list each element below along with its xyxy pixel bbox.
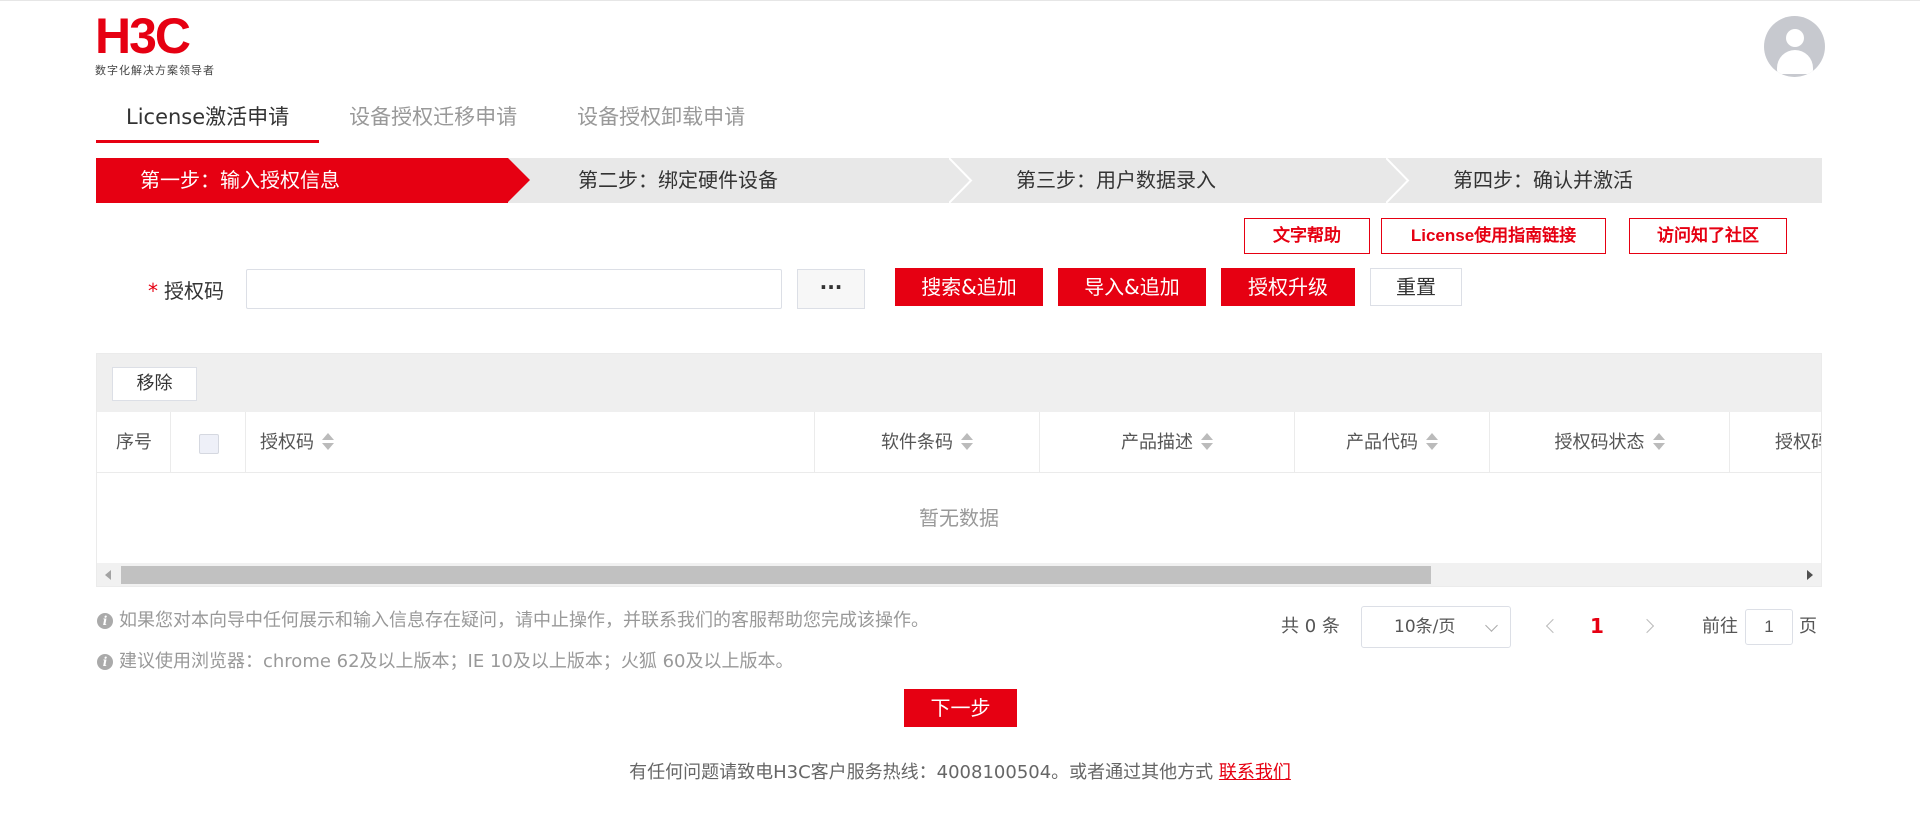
col-software-barcode[interactable]: 软件条码	[815, 412, 1040, 473]
col-index: 序号	[97, 412, 171, 473]
logo-mark: H3C	[95, 8, 191, 64]
license-upgrade-button[interactable]: 授权升级	[1221, 268, 1355, 306]
table-toolbar: 移除	[97, 354, 1821, 412]
license-table: 移除 序号 授权码 软件条码 产品描述 产品代码 授权码状态 授权码 暂无数据	[96, 353, 1822, 587]
step-4-confirm-activate: 第四步：确认并激活	[1453, 168, 1633, 192]
sort-icon[interactable]	[1201, 433, 1213, 451]
scroll-right-icon[interactable]	[1807, 570, 1813, 580]
horizontal-scrollbar[interactable]	[97, 563, 1821, 586]
tab-device-migration[interactable]: 设备授权迁移申请	[319, 93, 547, 143]
step-divider-icon	[1386, 158, 1410, 203]
user-avatar-icon[interactable]	[1764, 16, 1825, 77]
col-product-description[interactable]: 产品描述	[1040, 412, 1295, 473]
more-options-button[interactable]: ···	[797, 269, 865, 309]
import-add-button[interactable]: 导入&追加	[1058, 268, 1206, 306]
visit-community-button[interactable]: 访问知了社区	[1629, 218, 1787, 254]
license-code-label-text: 授权码	[164, 279, 224, 303]
chevron-down-icon	[1485, 619, 1498, 632]
col-product-code[interactable]: 产品代码	[1295, 412, 1490, 473]
scrollbar-thumb[interactable]	[121, 566, 1431, 584]
step-2-bind-hardware: 第二步：绑定硬件设备	[578, 168, 778, 192]
sort-icon[interactable]	[322, 433, 334, 451]
sort-icon[interactable]	[961, 433, 973, 451]
col-license-code-2[interactable]: 授权码	[1730, 412, 1821, 473]
page-suffix: 页	[1799, 616, 1817, 637]
current-page-number[interactable]: 1	[1590, 614, 1604, 638]
browser-note: i 建议使用浏览器：chrome 62及以上版本；IE 10及以上版本；火狐 60…	[97, 647, 794, 673]
info-icon: i	[97, 613, 113, 629]
page-size-select[interactable]: 10条/页	[1361, 606, 1511, 648]
tab-license-activation[interactable]: License激活申请	[96, 93, 320, 143]
remove-button[interactable]: 移除	[112, 367, 197, 401]
step-arrow-icon	[508, 158, 530, 202]
step-3-user-data: 第三步：用户数据录入	[1016, 168, 1216, 192]
table-header: 序号 授权码 软件条码 产品描述 产品代码 授权码状态 授权码	[97, 412, 1821, 473]
info-icon: i	[97, 654, 113, 670]
license-code-label: * 授权码	[148, 275, 224, 304]
col-license-code[interactable]: 授权码	[246, 412, 815, 473]
license-code-input[interactable]	[246, 269, 782, 309]
sort-icon[interactable]	[1426, 433, 1438, 451]
next-page-icon[interactable]	[1639, 618, 1655, 634]
step-divider-icon	[949, 158, 973, 203]
help-note-1: i 如果您对本向导中任何展示和输入信息存在疑问，请中止操作，并联系我们的客服帮助您…	[97, 606, 929, 632]
reset-button[interactable]: 重置	[1370, 268, 1462, 306]
goto-label: 前往	[1702, 616, 1738, 637]
step-1-input-license-info: 第一步：输入授权信息	[96, 158, 508, 203]
total-count: 共 0 条	[1281, 616, 1340, 637]
search-add-button[interactable]: 搜索&追加	[895, 268, 1043, 306]
h3c-logo[interactable]: H3C 数字化解决方案领导者	[95, 8, 235, 77]
logo-tagline: 数字化解决方案领导者	[95, 64, 215, 77]
select-all-checkbox[interactable]	[199, 434, 219, 454]
scroll-left-icon[interactable]	[105, 570, 111, 580]
text-help-button[interactable]: 文字帮助	[1244, 218, 1370, 254]
prev-page-icon[interactable]	[1545, 618, 1561, 634]
support-footer: 有任何问题请致电H3C客户服务热线：4008100504。或者通过其他方式 联系…	[629, 762, 1291, 783]
next-step-button[interactable]: 下一步	[904, 689, 1017, 727]
contact-us-link[interactable]: 联系我们	[1219, 762, 1291, 783]
tab-device-uninstall[interactable]: 设备授权卸载申请	[547, 93, 775, 143]
wizard-steps: 第一步：输入授权信息 第二步：绑定硬件设备 第三步：用户数据录入 第四步：确认并…	[96, 158, 1822, 203]
required-mark: *	[148, 279, 158, 303]
license-guide-link-button[interactable]: License使用指南链接	[1381, 218, 1606, 254]
application-tabs: License激活申请 设备授权迁移申请 设备授权卸载申请	[96, 93, 775, 143]
empty-table-message: 暂无数据	[919, 506, 999, 530]
col-license-status[interactable]: 授权码状态	[1490, 412, 1730, 473]
goto-page-input[interactable]	[1745, 609, 1793, 645]
sort-icon[interactable]	[1652, 433, 1665, 451]
col-select-all	[171, 412, 246, 473]
